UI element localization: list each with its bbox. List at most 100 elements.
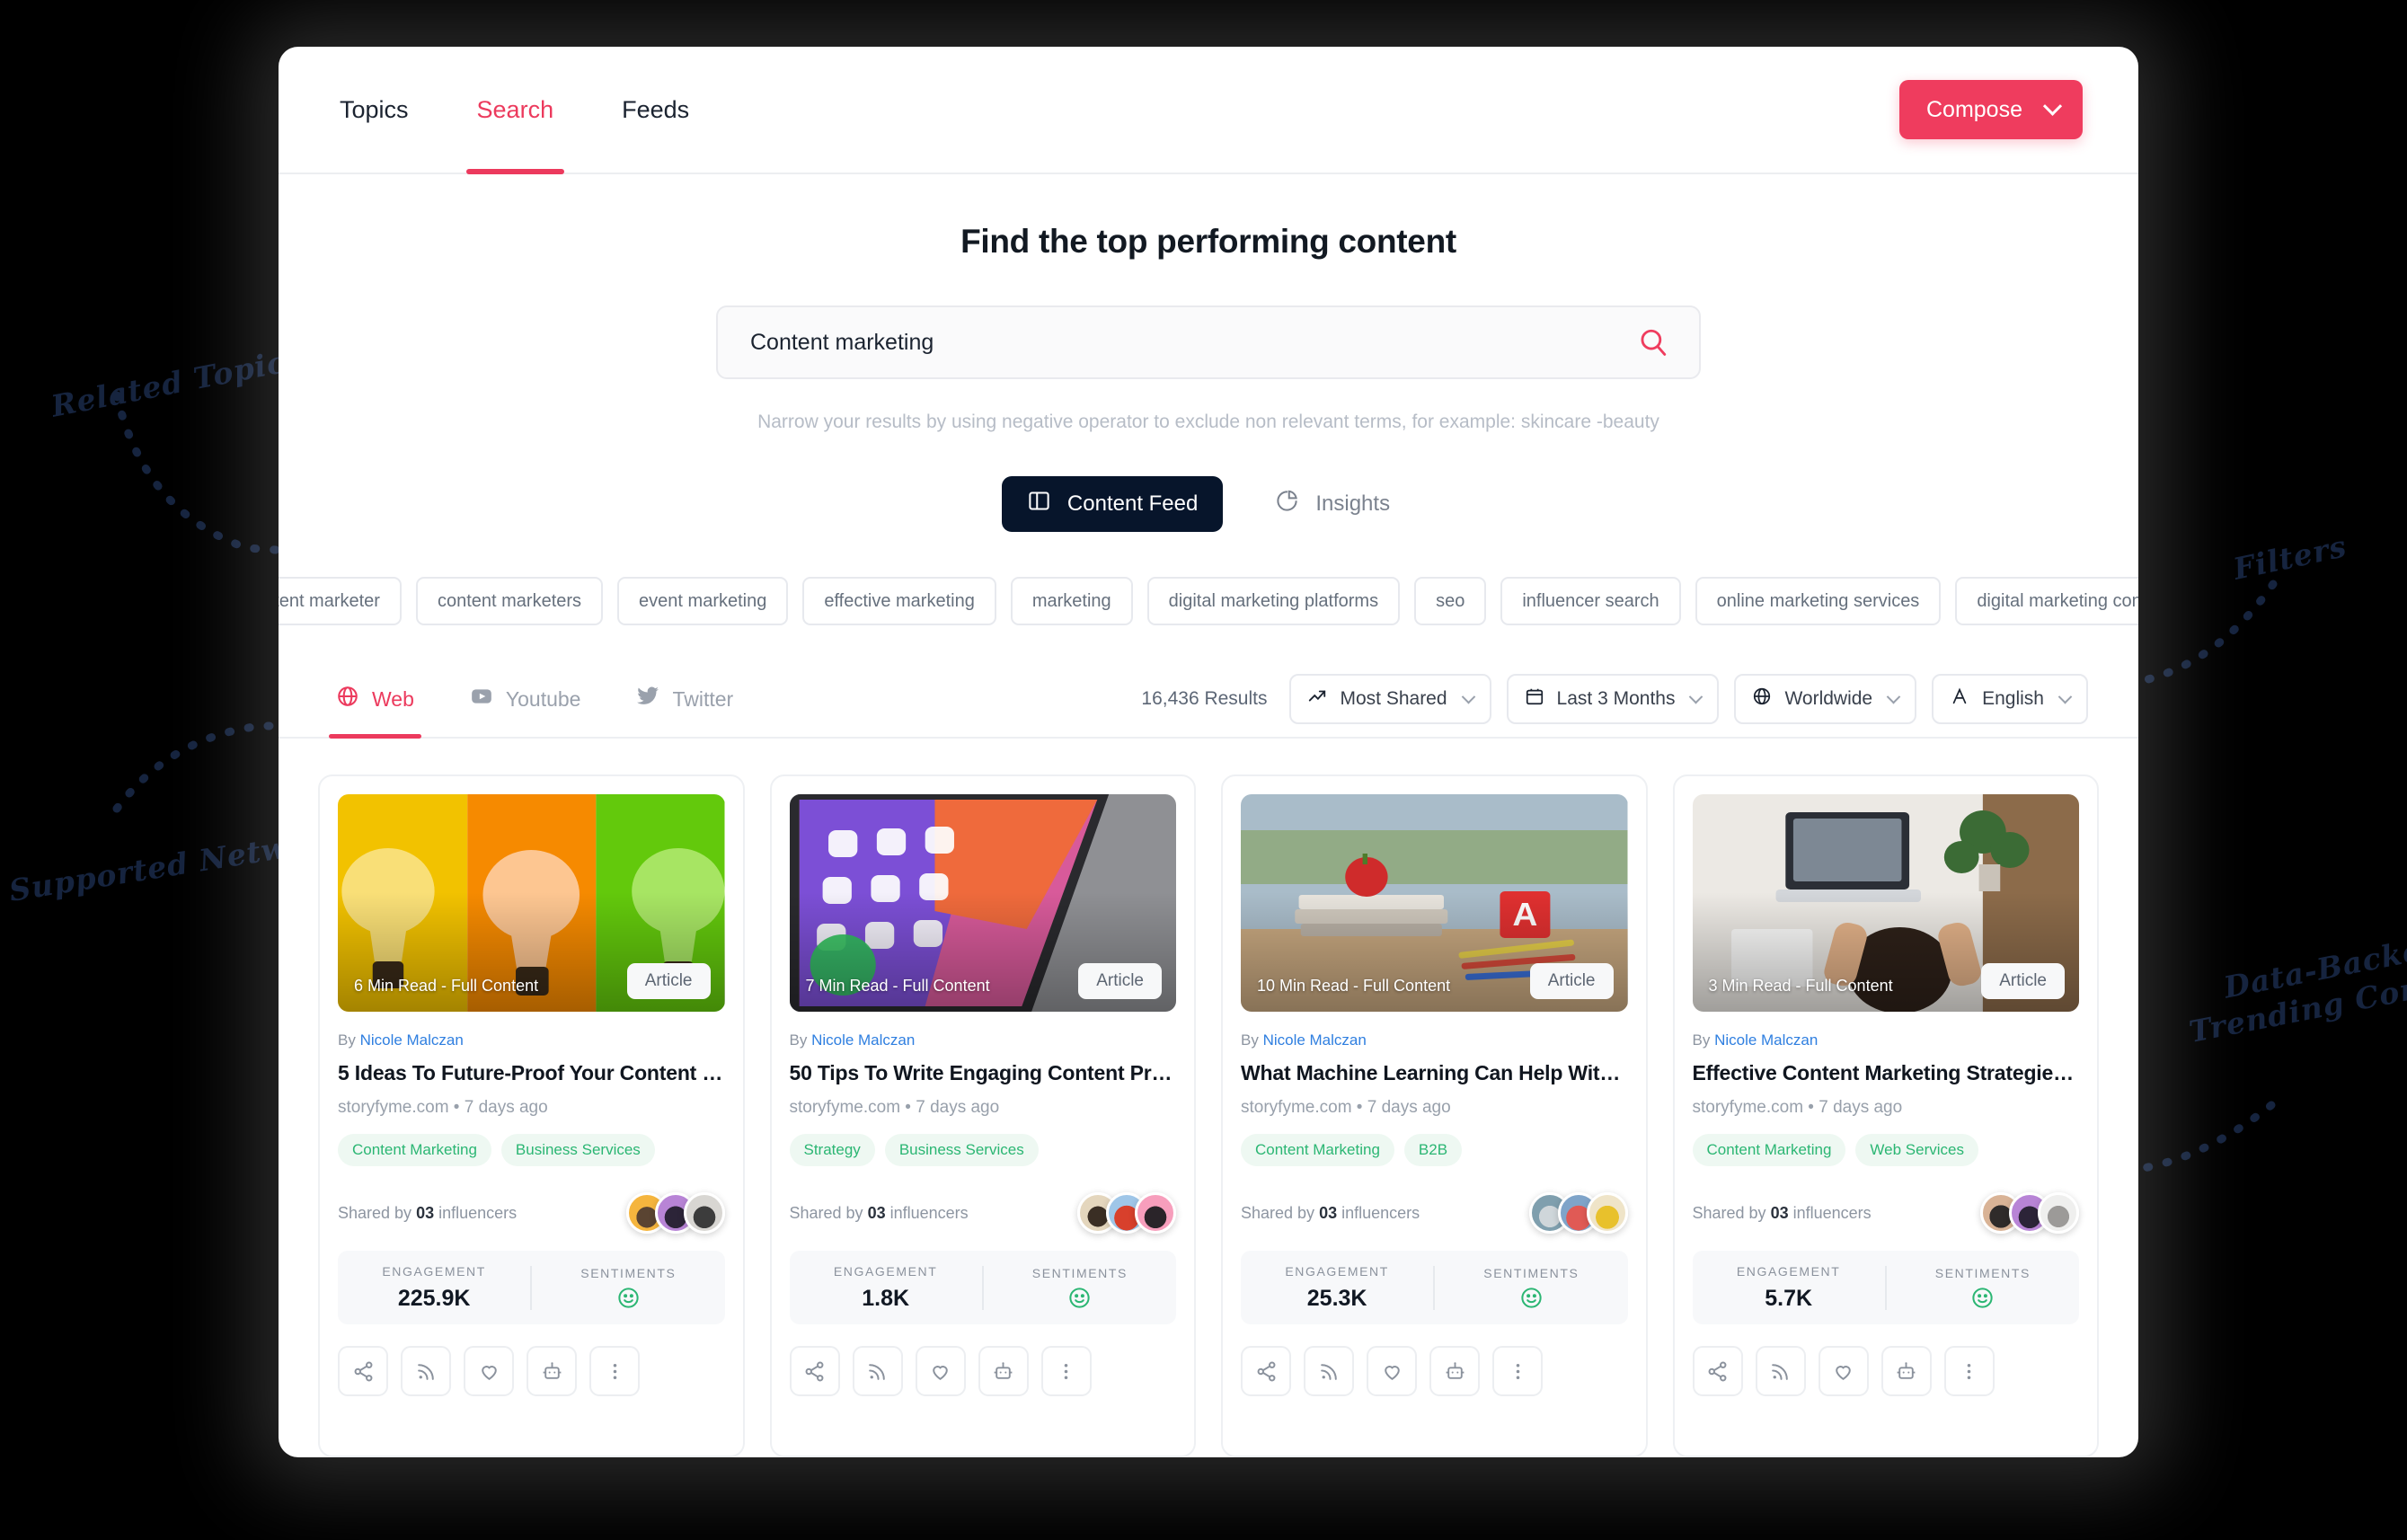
card-thumbnail[interactable]: 7 Min Read - Full Content Article [789, 794, 1176, 1012]
shared-by-text: Shared by 03 influencers [1693, 1204, 1872, 1223]
card-tag[interactable]: Strategy [789, 1134, 875, 1166]
chevron-down-icon [1689, 689, 1703, 704]
card-title[interactable]: 50 Tips To Write Engaging Content Previe… [790, 1061, 1177, 1085]
date-range-dropdown[interactable]: Last 3 Months [1506, 674, 1720, 724]
more-options-icon[interactable] [1040, 1346, 1092, 1396]
more-options-icon[interactable] [1492, 1346, 1543, 1396]
topic-chip[interactable]: digital marketing content [1955, 577, 2138, 625]
region-dropdown[interactable]: Worldwide [1734, 674, 1917, 724]
card-thumbnail[interactable]: 3 Min Read - Full Content Article [1692, 794, 2079, 1012]
content-feed-button[interactable]: Content Feed [1001, 476, 1224, 532]
topic-chip[interactable]: event marketing [617, 577, 789, 625]
share-icon[interactable] [1692, 1346, 1743, 1396]
tab-search[interactable]: Search [465, 47, 565, 174]
content-card[interactable]: A 10 Min Read - Full Content Article By … [1221, 774, 1648, 1457]
card-title[interactable]: 5 Ideas To Future-Proof Your Content Mar… [338, 1061, 725, 1085]
card-stats: ENGAGEMENT 5.7K SENTIMENTS [1692, 1251, 2079, 1324]
shared-suffix: influencers [1788, 1203, 1872, 1222]
network-tab-twitter[interactable]: Twitter [629, 661, 740, 737]
robot-icon[interactable] [527, 1346, 577, 1396]
network-tab-youtube[interactable]: Youtube [463, 661, 588, 737]
avatar[interactable] [1586, 1192, 1628, 1234]
influencer-avatars[interactable] [1980, 1192, 2079, 1234]
avatar[interactable] [683, 1192, 725, 1234]
topic-chip[interactable]: content marketer [279, 577, 402, 625]
topic-chip[interactable]: online marketing services [1695, 577, 1942, 625]
card-tag[interactable]: Content Marketing [1692, 1134, 1846, 1166]
author-link[interactable]: Nicole Malczan [1714, 1031, 1818, 1049]
topic-chip[interactable]: effective marketing [802, 577, 996, 625]
byline-prefix: By [789, 1031, 812, 1049]
engagement-value: 25.3K [1306, 1285, 1367, 1311]
share-icon[interactable] [338, 1346, 388, 1396]
insights-button[interactable]: Insights [1250, 476, 1415, 532]
related-topics-list: content marketer content marketers event… [279, 577, 2138, 625]
tab-feeds[interactable]: Feeds [611, 47, 700, 173]
card-stats: ENGAGEMENT 25.3K SENTIMENTS [1241, 1251, 1628, 1324]
robot-icon[interactable] [1880, 1346, 1932, 1396]
rss-icon[interactable] [852, 1346, 903, 1396]
robot-icon[interactable] [978, 1346, 1029, 1396]
share-icon[interactable] [1241, 1346, 1291, 1396]
content-card[interactable]: 3 Min Read - Full Content Article By Nic… [1672, 774, 2099, 1457]
author-link[interactable]: Nicole Malczan [360, 1031, 464, 1049]
search-hint: Narrow your results by using negative op… [757, 412, 1659, 432]
influencer-avatars[interactable] [1528, 1192, 1628, 1234]
language-dropdown[interactable]: English [1932, 674, 2088, 724]
shared-suffix: influencers [885, 1203, 969, 1222]
card-tag[interactable]: Business Services [500, 1134, 655, 1166]
card-tag[interactable]: Business Services [884, 1134, 1039, 1166]
shared-prefix: Shared by [338, 1203, 417, 1222]
content-card-grid: 6 Min Read - Full Content Article By Nic… [279, 739, 2138, 1457]
more-options-icon[interactable] [1943, 1346, 1995, 1396]
rss-icon[interactable] [1755, 1346, 1806, 1396]
influencer-avatars[interactable] [1077, 1192, 1176, 1234]
sentiments-label: SENTIMENTS [580, 1265, 677, 1280]
heart-icon[interactable] [915, 1346, 966, 1396]
topic-chip[interactable]: marketing [1010, 577, 1133, 625]
sort-dropdown[interactable]: Most Shared [1289, 674, 1491, 724]
more-options-icon[interactable] [589, 1346, 640, 1396]
rss-icon[interactable] [1304, 1346, 1354, 1396]
search-input[interactable] [750, 329, 1638, 356]
card-title[interactable]: Effective Content Marketing Strategies f… [1693, 1061, 2080, 1085]
topic-chip[interactable]: influencer search [1500, 577, 1681, 625]
topic-chip[interactable]: seo [1414, 577, 1487, 625]
card-title[interactable]: What Machine Learning Can Help With Cont… [1241, 1061, 1628, 1085]
author-link[interactable]: Nicole Malczan [1263, 1031, 1367, 1049]
heart-icon[interactable] [1818, 1346, 1869, 1396]
avatar[interactable] [1135, 1192, 1176, 1234]
chevron-down-icon [2057, 689, 2073, 704]
topic-chip[interactable]: content marketers [415, 577, 604, 625]
share-icon[interactable] [789, 1346, 840, 1396]
tab-topics[interactable]: Topics [329, 47, 420, 173]
shared-suffix: influencers [1337, 1203, 1420, 1222]
heart-icon[interactable] [1367, 1346, 1417, 1396]
card-tag[interactable]: Content Marketing [338, 1134, 491, 1166]
card-tag[interactable]: Web Services [1855, 1134, 1978, 1166]
annotation-data-backed: Data-Backed Trending Content [2179, 919, 2407, 1050]
language-dropdown-label: English [1982, 688, 2044, 709]
sort-dropdown-label: Most Shared [1340, 688, 1447, 709]
card-thumbnail[interactable]: A 10 Min Read - Full Content Article [1241, 794, 1628, 1012]
network-tab-web[interactable]: Web [329, 661, 421, 739]
compose-button[interactable]: Compose [1899, 80, 2083, 139]
shared-prefix: Shared by [1241, 1203, 1320, 1222]
network-tab-twitter-label: Twitter [672, 686, 734, 711]
card-tag[interactable]: Content Marketing [1241, 1134, 1394, 1166]
heart-icon[interactable] [464, 1346, 514, 1396]
author-link[interactable]: Nicole Malczan [811, 1031, 915, 1049]
search-bar[interactable] [716, 305, 1701, 379]
content-card[interactable]: 7 Min Read - Full Content Article By Nic… [769, 774, 1196, 1457]
robot-icon[interactable] [1429, 1346, 1480, 1396]
topic-chip[interactable]: digital marketing platforms [1146, 577, 1401, 625]
influencer-avatars[interactable] [625, 1192, 725, 1234]
avatar[interactable] [2038, 1192, 2079, 1234]
content-card[interactable]: 6 Min Read - Full Content Article By Nic… [318, 774, 745, 1457]
card-tag[interactable]: B2B [1403, 1134, 1463, 1166]
card-thumbnail[interactable]: 6 Min Read - Full Content Article [338, 794, 725, 1012]
read-time-label: 3 Min Read - Full Content [1708, 977, 1893, 995]
engagement-stat: ENGAGEMENT 5.7K [1693, 1264, 1885, 1312]
rss-icon[interactable] [401, 1346, 451, 1396]
search-icon[interactable] [1638, 327, 1668, 358]
